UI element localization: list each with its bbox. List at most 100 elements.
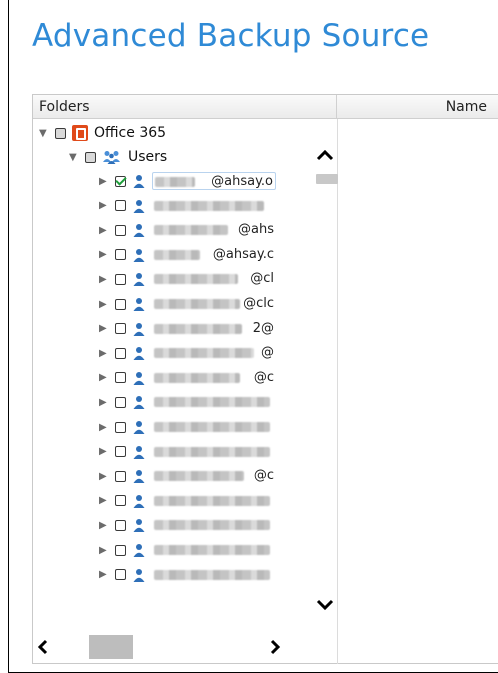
- user-email-label: @ahsay.c: [152, 246, 276, 264]
- users-checkbox[interactable]: [85, 151, 96, 163]
- redacted-text: [154, 372, 240, 383]
- user-checkbox[interactable]: [115, 446, 126, 458]
- user-checkbox[interactable]: [115, 421, 126, 433]
- user-checkbox[interactable]: [115, 323, 126, 335]
- user-checkbox[interactable]: [115, 569, 126, 581]
- redacted-text: [154, 225, 228, 236]
- tree-node-user[interactable]: ▶: [99, 513, 276, 537]
- user-checkbox[interactable]: [115, 273, 126, 285]
- expand-triangle-icon[interactable]: ▶: [99, 299, 115, 310]
- user-email-label: [152, 516, 276, 534]
- expand-triangle-icon[interactable]: ▶: [99, 545, 115, 556]
- tree-node-user[interactable]: ▶ 2@: [99, 317, 276, 341]
- expand-triangle-icon[interactable]: ▶: [99, 397, 115, 408]
- user-email-label: @c: [152, 369, 276, 387]
- expand-triangle-icon[interactable]: ▼: [39, 128, 55, 139]
- tree-node-user[interactable]: ▶: [99, 538, 276, 562]
- user-checkbox[interactable]: [115, 200, 126, 212]
- tree-node-office365[interactable]: ▼ Office 365: [39, 121, 166, 145]
- expand-triangle-icon[interactable]: ▶: [99, 446, 115, 457]
- scroll-left-button[interactable]: [37, 639, 49, 659]
- user-icon: [133, 298, 145, 311]
- expand-triangle-icon[interactable]: ▶: [99, 471, 115, 482]
- redacted-text: [154, 397, 270, 408]
- scroll-right-button[interactable]: [269, 639, 281, 659]
- user-icon: [133, 371, 145, 385]
- redacted-text: [155, 177, 195, 187]
- redacted-text: [154, 274, 238, 285]
- user-checkbox[interactable]: [115, 519, 126, 531]
- expand-triangle-icon[interactable]: ▶: [99, 372, 115, 383]
- expand-triangle-icon[interactable]: ▶: [99, 200, 115, 211]
- tree-node-user[interactable]: ▶: [99, 390, 276, 414]
- tree-node-user[interactable]: ▶ @c: [99, 464, 276, 488]
- user-checkbox[interactable]: [115, 298, 126, 310]
- expand-triangle-icon[interactable]: ▶: [99, 225, 115, 236]
- expand-triangle-icon[interactable]: ▶: [99, 323, 115, 334]
- tree-node-user[interactable]: ▶ @: [99, 341, 276, 365]
- expand-triangle-icon[interactable]: ▶: [99, 176, 115, 187]
- expand-triangle-icon[interactable]: ▶: [99, 274, 115, 285]
- folders-column-header[interactable]: Folders: [33, 95, 337, 119]
- horizontal-scroll-thumb[interactable]: [89, 635, 133, 659]
- expand-triangle-icon[interactable]: ▶: [99, 249, 115, 260]
- user-checkbox[interactable]: [115, 372, 126, 384]
- horizontal-scrollbar[interactable]: [33, 631, 337, 663]
- scroll-up-button[interactable]: [316, 147, 334, 165]
- user-checkbox[interactable]: [115, 175, 126, 187]
- tree-node-users[interactable]: ▼ Users: [69, 145, 167, 169]
- expand-triangle-icon[interactable]: ▶: [99, 495, 115, 506]
- users-label: Users: [128, 149, 168, 165]
- tree-node-user[interactable]: ▶: [99, 563, 276, 587]
- user-checkbox[interactable]: [115, 347, 126, 359]
- scroll-down-button[interactable]: [316, 597, 334, 615]
- user-email-label: @ahsay.o: [152, 172, 276, 190]
- tree-node-user[interactable]: ▶ @c: [99, 366, 276, 390]
- user-icon: [133, 519, 145, 533]
- expand-triangle-icon[interactable]: ▶: [99, 520, 115, 531]
- user-email-suffix: @c: [253, 369, 274, 385]
- tree-node-user[interactable]: ▶ @ahs: [99, 218, 276, 242]
- tree-node-user[interactable]: ▶: [99, 489, 276, 513]
- user-icon: [133, 421, 145, 434]
- chevron-left-icon: [37, 639, 48, 655]
- user-email-label: [152, 492, 276, 510]
- user-email-label: [152, 443, 276, 461]
- user-icon: [133, 470, 145, 484]
- tree-node-user[interactable]: ▶: [99, 194, 276, 218]
- redacted-text: [154, 520, 270, 531]
- expand-triangle-icon[interactable]: ▶: [99, 422, 115, 433]
- tree-node-user[interactable]: ▶: [99, 440, 276, 464]
- user-icon: [133, 248, 145, 262]
- expand-triangle-icon[interactable]: ▶: [99, 569, 115, 580]
- name-column-header[interactable]: Name: [337, 95, 498, 119]
- expand-triangle-icon[interactable]: ▼: [69, 152, 85, 163]
- user-email-label: @cl: [152, 270, 276, 288]
- user-checkbox[interactable]: [115, 544, 126, 556]
- vertical-scroll-thumb[interactable]: [316, 174, 338, 184]
- user-checkbox[interactable]: [115, 396, 126, 408]
- column-divider: [337, 119, 338, 664]
- tree-node-user[interactable]: ▶ @ahsay.o: [99, 169, 276, 193]
- expand-triangle-icon[interactable]: ▶: [99, 348, 115, 359]
- user-checkbox[interactable]: [115, 495, 126, 507]
- user-icon: [133, 396, 145, 410]
- folder-tree: ▼ Office 365 ▼ Users ▶ @ahsay.o ▶ ▶ @ahs ▶ @ah…: [33, 119, 337, 629]
- user-checkbox[interactable]: [115, 249, 126, 261]
- tree-node-user[interactable]: ▶ @clc: [99, 292, 276, 316]
- user-icon: [133, 224, 145, 238]
- tree-node-user[interactable]: ▶ @ahsay.c: [99, 243, 276, 267]
- office365-checkbox[interactable]: [55, 127, 66, 139]
- user-email-label: [152, 197, 276, 215]
- redacted-text: [154, 348, 254, 359]
- redacted-text: [154, 569, 270, 580]
- user-checkbox[interactable]: [115, 224, 126, 236]
- tree-node-user[interactable]: ▶ @cl: [99, 267, 276, 291]
- user-email-suffix: @cl: [250, 271, 274, 287]
- user-checkbox[interactable]: [115, 470, 126, 482]
- user-email-label: [152, 393, 276, 411]
- vertical-scrollbar[interactable]: [314, 119, 338, 611]
- user-email-label: @clc: [152, 295, 276, 313]
- backup-source-panel: Folders Name ▼ Office 365 ▼ Users ▶ @ahsa…: [32, 94, 498, 664]
- tree-node-user[interactable]: ▶: [99, 415, 276, 439]
